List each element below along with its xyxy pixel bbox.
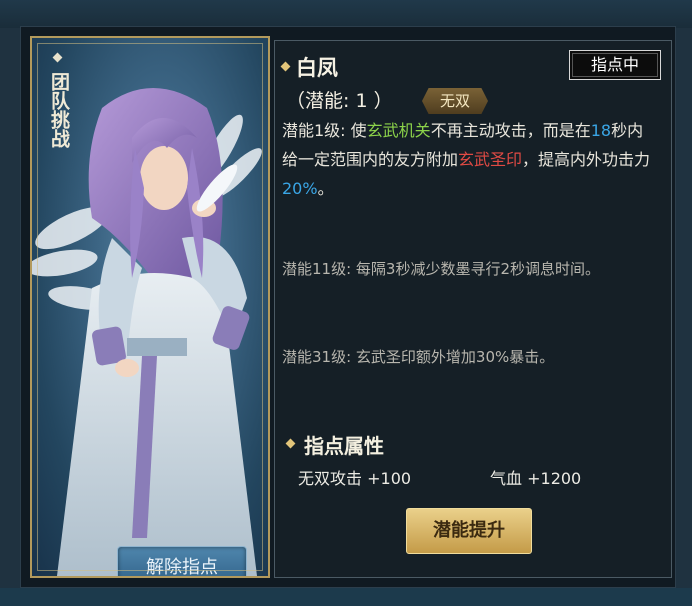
hero-name: 白凤: [296, 56, 338, 80]
lv1-highlight-duration: 18: [590, 121, 612, 140]
guiding-state-button[interactable]: 指点中: [569, 50, 661, 80]
attribute-item: 气血 +1200: [490, 465, 581, 489]
lv1-text: 潜能1级: 使: [282, 121, 367, 140]
potential-upgrade-button[interactable]: 潜能提升: [406, 508, 532, 554]
grade-badge: 无双: [422, 88, 488, 114]
attribute-item: 无双攻击 +100: [298, 465, 411, 489]
lv1-highlight-percent: 20%: [282, 179, 318, 198]
lv1-text: 。: [317, 179, 334, 198]
lv1-text: ，提高内外功击力: [522, 150, 651, 169]
potential-lv1-description: 潜能1级: 使玄武机关不再主动攻击，而是在18秒内给一定范围内的友方附加玄武圣印…: [282, 116, 658, 203]
lv1-highlight-seal: 玄武圣印: [458, 150, 523, 169]
hero-portrait-card: 团队挑战 解除指点: [30, 36, 270, 578]
lv1-highlight-mechanism: 玄武机关: [366, 121, 431, 140]
attributes-title: 指点属性: [304, 434, 384, 458]
top-background: [0, 0, 692, 28]
bottom-background: [0, 588, 692, 606]
attribute-label: 气血: [490, 469, 523, 488]
release-guidance-button[interactable]: 解除指点: [117, 546, 247, 576]
potential-lv31-description: 潜能31级: 玄武圣印额外增加30%暴击。: [282, 348, 555, 366]
attribute-value: +1200: [527, 469, 582, 488]
attribute-value: +100: [367, 469, 412, 488]
potential-lv11-description: 潜能11级: 每隔3秒减少数墨寻行2秒调息时间。: [282, 260, 600, 278]
potential-level: （潜能: 1 ）: [286, 90, 393, 112]
attribute-label: 无双攻击: [298, 469, 363, 488]
mode-title: 团队挑战: [48, 72, 70, 148]
lv1-text: 不再主动攻击，而是在: [430, 121, 591, 140]
